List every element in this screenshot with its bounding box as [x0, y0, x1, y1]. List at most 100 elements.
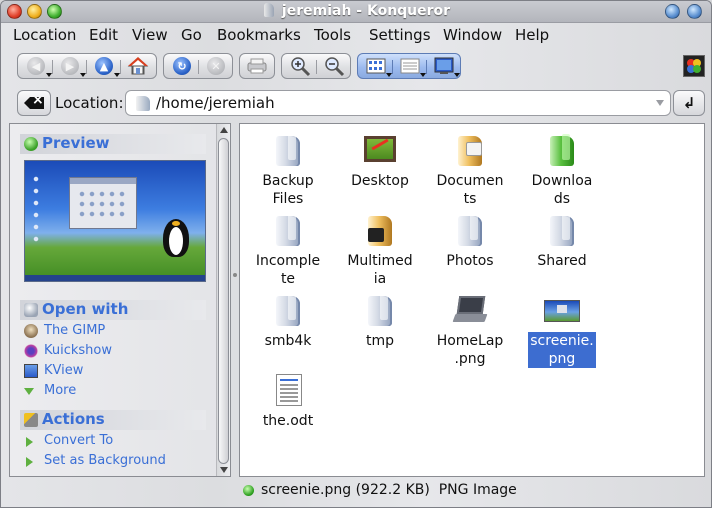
file-item-documents[interactable]: Documen ts — [428, 132, 512, 208]
main-toolbar: ◀ ▶ ▲ ↻ ✕ — [1, 51, 711, 85]
stop-button[interactable]: ✕ — [202, 55, 230, 77]
menu-bookmarks[interactable]: Bookmarks — [217, 26, 301, 44]
go-button[interactable]: ↲ — [673, 90, 705, 116]
image-preview-icon — [434, 57, 454, 74]
file-item-desktop[interactable]: Desktop — [338, 132, 422, 190]
status-led-icon — [243, 485, 254, 496]
home-folder-icon — [263, 3, 274, 17]
file-item-multimedia[interactable]: Multimed ia — [338, 212, 422, 288]
tux-penguin-icon — [159, 211, 193, 259]
menu-edit[interactable]: Edit — [89, 26, 118, 44]
folder-mini-icon — [136, 96, 150, 111]
scroll-up-icon[interactable] — [220, 127, 228, 133]
status-bar: screenie.png (922.2 KB) PNG Image — [239, 481, 705, 501]
zoom-out-button[interactable] — [320, 55, 348, 77]
panel-splitter-handle[interactable] — [233, 273, 237, 277]
open-with-gimp-link[interactable]: The GIMP — [22, 323, 105, 338]
sidebar-scroll-thumb[interactable] — [218, 138, 229, 464]
folder-icon — [270, 132, 306, 168]
action-convert-to-link[interactable]: Convert To — [22, 433, 113, 448]
folder-icon — [270, 212, 306, 248]
file-item-photos[interactable]: Photos — [428, 212, 512, 270]
downloads-folder-icon — [544, 132, 580, 168]
detail-view-button[interactable] — [396, 55, 426, 77]
forward-button[interactable]: ▶ — [56, 55, 86, 77]
return-arrow-icon: ↲ — [682, 94, 696, 112]
preview-view-button[interactable] — [430, 55, 460, 77]
screenshot-image-icon — [544, 292, 580, 328]
location-bar: Location: /home/jeremiah ↲ — [1, 89, 711, 119]
preview-section-header[interactable]: Preview — [20, 134, 206, 154]
bullet-triangle-icon — [26, 457, 33, 467]
multimedia-folder-icon — [362, 212, 398, 248]
kuickshow-icon — [24, 344, 38, 358]
file-item-smb4k[interactable]: smb4k — [246, 292, 330, 350]
open-with-section-header[interactable]: Open with — [20, 300, 206, 320]
actions-section-header[interactable]: Actions — [20, 410, 206, 430]
zoom-group — [281, 53, 351, 79]
location-label: Location: — [55, 94, 124, 112]
file-item-homelap-png[interactable]: HomeLap .png — [428, 292, 512, 368]
shade-window-icon[interactable] — [687, 4, 702, 19]
sticky-window-icon[interactable] — [665, 4, 680, 19]
home-button[interactable] — [124, 55, 152, 77]
print-group — [239, 53, 275, 79]
zoom-out-icon — [325, 57, 345, 77]
play-icon — [24, 137, 38, 151]
location-input[interactable]: /home/jeremiah — [125, 90, 671, 116]
arrow-left-icon: ◀ — [27, 57, 45, 75]
navigation-group: ◀ ▶ ▲ — [17, 53, 157, 79]
bullet-triangle-icon — [26, 437, 33, 447]
menu-bar: Location Edit View Go Bookmarks Tools Se… — [1, 23, 711, 47]
zoom-in-button[interactable] — [286, 55, 314, 77]
arrow-right-icon: ▶ — [61, 57, 79, 75]
file-icon-view: Backup Files Desktop Documen ts Downloa ds … — [239, 123, 705, 477]
info-sidebar: Preview Open with The GIMP Kuickshow KVi… — [9, 123, 231, 477]
reload-button[interactable]: ↻ — [168, 55, 196, 77]
title-bar[interactable]: jeremiah - Konqueror — [1, 1, 711, 23]
file-item-tmp[interactable]: tmp — [338, 292, 422, 350]
menu-go[interactable]: Go — [181, 26, 202, 44]
sidebar-scrollbar[interactable] — [216, 124, 230, 476]
view-mode-group — [357, 53, 461, 79]
magic-wand-icon — [24, 413, 38, 427]
menu-settings[interactable]: Settings — [369, 26, 431, 44]
arrow-up-icon: ▲ — [95, 57, 113, 75]
zoom-in-icon — [291, 57, 311, 77]
menu-location[interactable]: Location — [13, 26, 76, 44]
menu-tools[interactable]: Tools — [314, 26, 351, 44]
icon-view-button[interactable] — [362, 55, 392, 77]
reload-icon: ↻ — [173, 57, 191, 75]
menu-window[interactable]: Window — [443, 26, 502, 44]
laptop-image-icon — [452, 292, 488, 328]
file-item-backup-files[interactable]: Backup Files — [246, 132, 330, 208]
menu-help[interactable]: Help — [515, 26, 549, 44]
file-item-screenie-png[interactable]: screenie. png — [520, 292, 604, 368]
detail-view-icon — [400, 58, 420, 74]
printer-icon — [247, 58, 267, 74]
document-icon — [270, 372, 306, 408]
scroll-down-icon[interactable] — [220, 467, 228, 473]
icon-view-icon — [366, 58, 386, 74]
folder-icon — [452, 212, 488, 248]
open-with-icon — [24, 303, 38, 317]
file-item-downloads[interactable]: Downloa ds — [520, 132, 604, 208]
back-button[interactable]: ◀ — [22, 55, 52, 77]
action-set-background-link[interactable]: Set as Background — [22, 453, 166, 468]
menu-view[interactable]: View — [132, 26, 168, 44]
print-button[interactable] — [243, 55, 271, 77]
documents-folder-icon — [452, 132, 488, 168]
open-with-kview-link[interactable]: KView — [22, 363, 83, 378]
file-item-shared[interactable]: Shared — [520, 212, 604, 270]
expand-triangle-icon — [24, 388, 34, 395]
image-preview — [24, 160, 206, 282]
clear-left-icon — [24, 97, 44, 109]
open-with-more-link[interactable]: More — [22, 383, 76, 398]
up-button[interactable]: ▲ — [90, 55, 120, 77]
open-with-kuickshow-link[interactable]: Kuickshow — [22, 343, 112, 358]
file-item-incomplete[interactable]: Incomple te — [246, 212, 330, 288]
location-history-dropdown-icon[interactable] — [656, 100, 664, 106]
file-item-the-odt[interactable]: the.odt — [246, 372, 330, 430]
gimp-icon — [24, 324, 38, 338]
clear-location-button[interactable] — [17, 90, 51, 116]
